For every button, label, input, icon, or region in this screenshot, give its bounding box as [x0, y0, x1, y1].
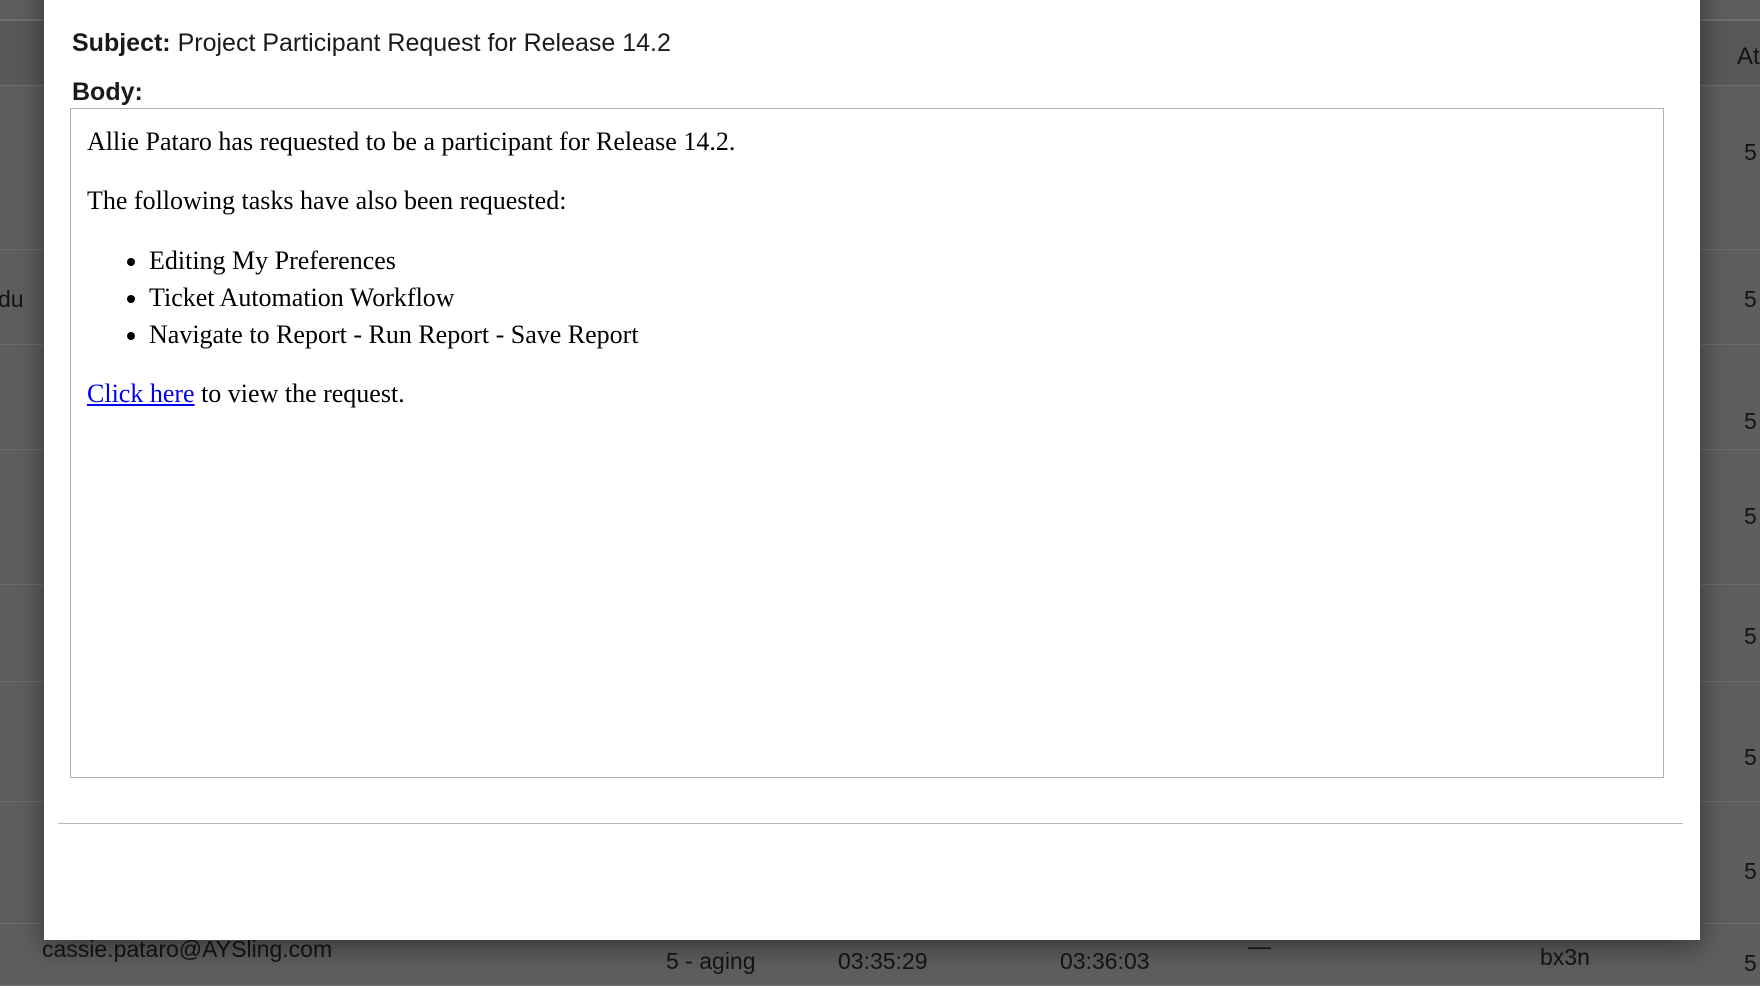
list-item: Ticket Automation Workflow [149, 281, 1645, 314]
cell-attachment-count: 5 [1744, 950, 1757, 976]
view-request-link-suffix: to view the request. [194, 379, 405, 409]
cell-time-start: 03:35:29 [838, 948, 928, 974]
cell-attachment-count: 5 [1744, 286, 1757, 312]
email-body-content: Allie Pataro has requested to be a parti… [71, 109, 1663, 447]
email-preview-dialog: Reply-To: noreply@aysling.com Subject: P… [44, 0, 1700, 940]
cell-email: cassie.pataro@AYSling.com [42, 936, 333, 962]
subject-value: Project Participant Request for Release … [177, 29, 671, 57]
dialog-footer: Close [44, 823, 1700, 940]
cell-attachment-count: 5 [1744, 623, 1757, 649]
body-link-paragraph: Click here to view the request. [87, 377, 1645, 410]
cell-attachment-count: 5 [1744, 139, 1757, 165]
email-body-box: Allie Pataro has requested to be a parti… [70, 108, 1664, 778]
subject-row: Subject: Project Participant Request for… [72, 28, 671, 58]
cell-time-end: 03:36:03 [1060, 948, 1150, 974]
body-label: Body: [72, 78, 143, 106]
screen: At du 5 5 5 5 5 5 5 5 cassie.pataro@AYSl… [0, 0, 1760, 986]
cell-attachment-count: 5 [1744, 744, 1757, 770]
body-intro-paragraph: Allie Pataro has requested to be a parti… [87, 127, 736, 156]
cell-attachment-count: 5 [1744, 408, 1757, 434]
cell-code: bx3n [1540, 944, 1590, 970]
body-tasks-intro: The following tasks have also been reque… [87, 186, 567, 216]
cell-attachment-count: 5 [1744, 503, 1757, 529]
dialog-content: Reply-To: noreply@aysling.com Subject: P… [44, 0, 1700, 940]
cell-left-fragment: du [0, 286, 24, 312]
cell-status: 5 - aging [666, 948, 756, 974]
column-header-attachments[interactable]: At [1737, 45, 1760, 69]
list-item: Editing My Preferences [149, 244, 1645, 277]
subject-label: Subject: [72, 29, 171, 57]
list-item: Navigate to Report - Run Report - Save R… [149, 318, 1645, 351]
view-request-link[interactable]: Click here [87, 379, 195, 408]
cell-attachment-count: 5 [1744, 858, 1757, 884]
requested-tasks-list: Editing My Preferences Ticket Automation… [87, 244, 1645, 352]
